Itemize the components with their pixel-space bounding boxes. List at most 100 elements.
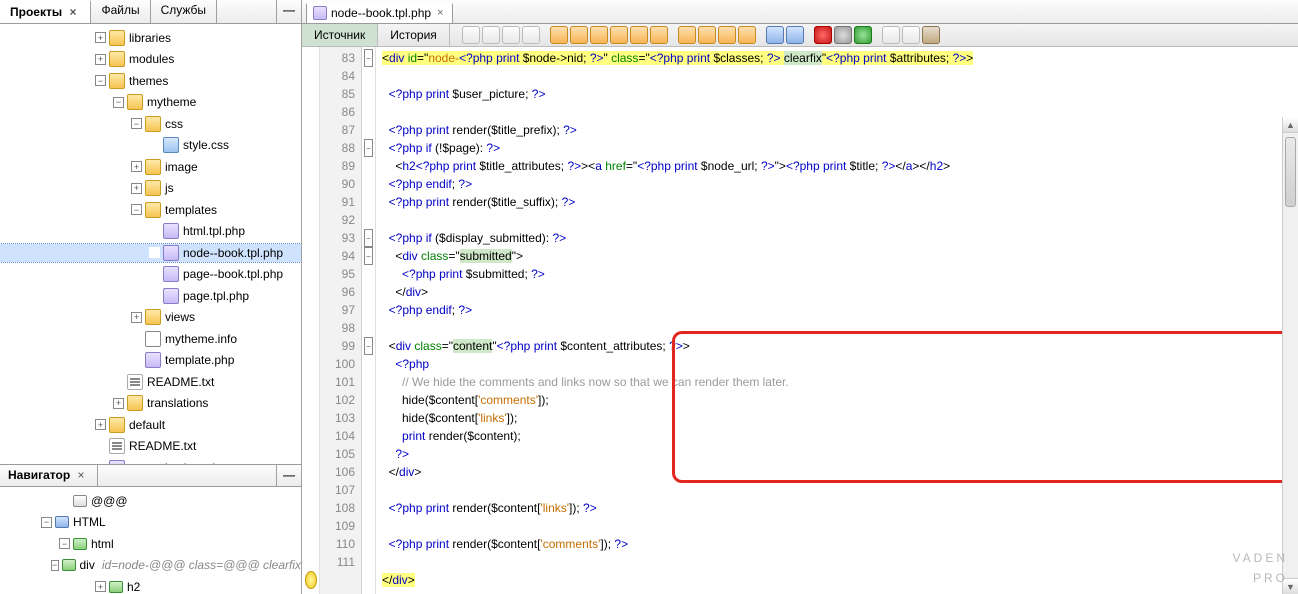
tree-item[interactable]: +modules xyxy=(0,50,301,68)
vertical-scrollbar[interactable]: ▲ ▼ xyxy=(1282,117,1298,594)
fold-toggle-icon[interactable]: − xyxy=(364,337,373,355)
expand-icon[interactable]: + xyxy=(113,398,124,409)
code-line[interactable]: <h2<?php print $title_attributes; ?>><a … xyxy=(382,157,1298,175)
subview-source[interactable]: Источник xyxy=(302,24,378,46)
code-line[interactable]: hide($content['links']); xyxy=(382,409,1298,427)
line-number[interactable]: 101 xyxy=(320,373,361,391)
toolbar-btn-13[interactable] xyxy=(718,26,736,44)
toolbar-btn-10[interactable] xyxy=(650,26,668,44)
code-line[interactable] xyxy=(382,319,1298,337)
navigator-close-icon[interactable]: × xyxy=(74,468,89,482)
line-number[interactable]: 88 xyxy=(320,139,361,157)
toolbar-btn-9[interactable] xyxy=(630,26,648,44)
line-number[interactable]: 104 xyxy=(320,427,361,445)
toolbar-btn-5[interactable] xyxy=(550,26,568,44)
tree-item[interactable]: −css xyxy=(0,115,301,133)
tree-item[interactable]: node--book.tpl.php xyxy=(0,244,301,262)
expand-icon[interactable]: + xyxy=(95,32,106,43)
code-line[interactable]: <?php print render($content['comments'])… xyxy=(382,535,1298,553)
code-line[interactable]: <?php endif; ?> xyxy=(382,175,1298,193)
expand-icon[interactable]: + xyxy=(131,312,142,323)
line-number[interactable]: 93 xyxy=(320,229,361,247)
tree-item[interactable]: +default xyxy=(0,416,301,434)
fold-toggle-icon[interactable]: − xyxy=(364,49,373,67)
tab-files[interactable]: Файлы xyxy=(91,0,150,23)
line-number[interactable]: 90 xyxy=(320,175,361,193)
collapse-icon[interactable]: − xyxy=(51,560,59,571)
code-line[interactable] xyxy=(382,481,1298,499)
code-line[interactable]: print render($content); xyxy=(382,427,1298,445)
toolbar-btn-stop-icon[interactable] xyxy=(814,26,832,44)
code-line[interactable]: <div class="submitted"> xyxy=(382,247,1298,265)
expand-icon[interactable]: + xyxy=(95,54,106,65)
tree-item[interactable]: +translations xyxy=(0,394,301,412)
collapse-icon[interactable]: − xyxy=(59,538,70,549)
tree-item[interactable]: −templates xyxy=(0,201,301,219)
tab-projects-close-icon[interactable]: × xyxy=(65,5,80,19)
subview-history[interactable]: История xyxy=(378,24,450,46)
toolbar-btn-db-icon[interactable] xyxy=(922,26,940,44)
code-line[interactable]: ?> xyxy=(382,445,1298,463)
tree-item[interactable]: page.tpl.php xyxy=(0,287,301,305)
navigator-tree[interactable]: @@@−HTML−html−divid=node-@@@ class=@@@ c… xyxy=(0,487,301,594)
toolbar-btn-8[interactable] xyxy=(610,26,628,44)
code-line[interactable]: <?php print render($title_prefix); ?> xyxy=(382,121,1298,139)
line-number[interactable]: 106 xyxy=(320,463,361,481)
line-number[interactable]: 87 xyxy=(320,121,361,139)
collapse-icon[interactable]: − xyxy=(95,75,106,86)
code-line[interactable] xyxy=(382,553,1298,571)
line-number[interactable]: 94 xyxy=(320,247,361,265)
line-number[interactable]: 96 xyxy=(320,283,361,301)
tree-item[interactable]: −HTML xyxy=(0,513,301,531)
tree-item[interactable]: page--book.tpl.php xyxy=(0,265,301,283)
code-line[interactable]: </div> xyxy=(382,283,1298,301)
line-number[interactable]: 103 xyxy=(320,409,361,427)
line-number[interactable]: 98 xyxy=(320,319,361,337)
line-number[interactable]: 99 xyxy=(320,337,361,355)
file-tab-close-icon[interactable]: × xyxy=(435,7,445,19)
code-line[interactable]: <?php print $submitted; ?> xyxy=(382,265,1298,283)
file-tab-node-book[interactable]: node--book.tpl.php × xyxy=(306,2,453,23)
code-line[interactable]: <div id="node-<?php print $node->nid; ?>… xyxy=(382,49,1298,67)
toolbar-btn-1[interactable] xyxy=(462,26,480,44)
line-number[interactable]: 108 xyxy=(320,499,361,517)
expand-icon[interactable]: + xyxy=(95,419,106,430)
expand-icon[interactable]: + xyxy=(95,581,106,592)
code-line[interactable] xyxy=(382,67,1298,85)
toolbar-btn-3[interactable] xyxy=(502,26,520,44)
tree-item[interactable]: −themes xyxy=(0,72,301,90)
line-number[interactable]: 111 xyxy=(320,553,361,571)
code-line[interactable]: <?php print render($title_suffix); ?> xyxy=(382,193,1298,211)
collapse-icon[interactable]: − xyxy=(41,517,52,528)
code-line[interactable]: <?php if (!$page): ?> xyxy=(382,139,1298,157)
collapse-icon[interactable]: − xyxy=(131,204,142,215)
code-line[interactable]: hide($content['comments']); xyxy=(382,391,1298,409)
toolbar-btn-7[interactable] xyxy=(590,26,608,44)
tab-projects[interactable]: Проекты × xyxy=(0,0,91,23)
line-number[interactable]: 95 xyxy=(320,265,361,283)
code-line[interactable] xyxy=(382,517,1298,535)
toolbar-btn-11[interactable] xyxy=(678,26,696,44)
toolbar-btn-record-icon[interactable] xyxy=(834,26,852,44)
line-number[interactable]: 85 xyxy=(320,85,361,103)
toolbar-btn-run-icon[interactable] xyxy=(854,26,872,44)
line-number[interactable]: 83 xyxy=(320,49,361,67)
code-line[interactable]: <?php if ($display_submitted): ?> xyxy=(382,229,1298,247)
line-number[interactable]: 109 xyxy=(320,517,361,535)
lightbulb-icon[interactable] xyxy=(305,571,317,589)
toolbar-btn-15[interactable] xyxy=(766,26,784,44)
tree-item[interactable]: style.css xyxy=(0,136,301,154)
tree-item[interactable]: +views xyxy=(0,308,301,326)
tree-item[interactable]: −divid=node-@@@ class=@@@ clearfix xyxy=(0,556,301,574)
code-line[interactable] xyxy=(382,103,1298,121)
code-line[interactable]: <?php print $user_picture; ?> xyxy=(382,85,1298,103)
line-number[interactable]: 89 xyxy=(320,157,361,175)
toolbar-btn-16[interactable] xyxy=(786,26,804,44)
toolbar-btn-6[interactable] xyxy=(570,26,588,44)
tree-item[interactable]: mytheme.info xyxy=(0,330,301,348)
toolbar-btn-17[interactable] xyxy=(882,26,900,44)
tree-item[interactable]: +js xyxy=(0,179,301,197)
line-number[interactable]: 105 xyxy=(320,445,361,463)
code-line[interactable]: <?php xyxy=(382,355,1298,373)
tree-item[interactable]: +image xyxy=(0,158,301,176)
